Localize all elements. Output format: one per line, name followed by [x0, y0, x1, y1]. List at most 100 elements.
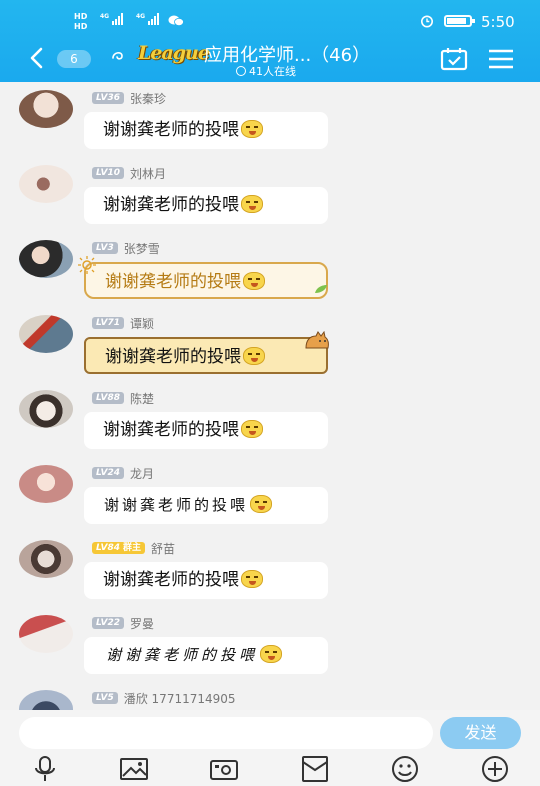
message-text: 谢谢龚老师的投喂 — [103, 420, 239, 440]
top-bar: HD HD 4G 4G 5:50 6 League 应用化学师...（46） 4… — [0, 0, 540, 82]
chat-message: LV36 张秦珍 谢谢龚老师的投喂 — [0, 82, 540, 157]
sender-name[interactable]: 陈楚 — [130, 390, 154, 407]
wechat-notification-icon — [168, 15, 184, 26]
unread-count-badge[interactable]: 6 — [57, 50, 91, 68]
level-badge: LV36 — [92, 92, 124, 104]
menu-icon[interactable] — [488, 49, 514, 69]
message-text: 谢谢龚老师的投喂 — [103, 195, 239, 215]
emoji-icon — [241, 120, 263, 138]
chat-message: LV71 谭颖 谢谢龚老师的投喂 — [0, 307, 540, 382]
sender-meta: LV5 潘欣 17711714905 — [92, 690, 236, 707]
network-indicator-top: HD — [74, 12, 88, 21]
online-text: 41人在线 — [249, 65, 296, 78]
level-badge: LV22 — [92, 617, 124, 629]
chat-message: LV88 陈楚 谢谢龚老师的投喂 — [0, 382, 540, 457]
avatar[interactable] — [19, 615, 73, 653]
emoji-icon — [241, 570, 263, 588]
chat-message: LV10 刘林月 谢谢龚老师的投喂 — [0, 157, 540, 232]
sender-meta: LV22 罗曼 — [92, 615, 154, 632]
online-count: 41人在线 — [236, 63, 296, 79]
chat-message: LV24 龙月 谢谢龚老师的投喂 — [0, 457, 540, 532]
sender-meta: LV3 张梦雪 — [92, 240, 160, 257]
message-bubble[interactable]: 谢谢龚老师的投喂 — [84, 412, 328, 449]
emoji-icon — [260, 645, 283, 663]
back-arrow-icon[interactable] — [26, 46, 48, 70]
league-badge: League — [138, 42, 210, 64]
message-bubble[interactable]: 谢谢龚老师的投喂 — [84, 337, 328, 374]
sender-meta: LV24 龙月 — [92, 465, 154, 482]
emoji-icon — [241, 420, 263, 438]
input-bar: 发送 — [0, 710, 540, 786]
alarm-icon — [421, 15, 433, 28]
plus-icon[interactable] — [481, 756, 509, 782]
sender-name[interactable]: 张秦珍 — [130, 90, 166, 107]
message-text: 谢谢龚老师的投喂 — [106, 646, 259, 664]
chat-message: LV5 潘欣 17711714905 — [0, 682, 540, 710]
message-bubble[interactable]: 谢谢龚老师的投喂 — [84, 487, 328, 524]
avatar[interactable] — [19, 540, 73, 578]
avatar[interactable] — [19, 240, 73, 278]
red-packet-icon[interactable] — [301, 756, 329, 782]
avatar[interactable] — [19, 390, 73, 428]
message-bubble[interactable]: 谢谢龚老师的投喂 — [84, 112, 328, 149]
chat-message: LV84 群主 舒苗 谢谢龚老师的投喂 — [0, 532, 540, 607]
sender-meta: LV88 陈楚 — [92, 390, 154, 407]
calendar-checkin-icon[interactable] — [440, 47, 468, 71]
group-status-icon — [112, 52, 123, 60]
send-button[interactable]: 发送 — [440, 717, 521, 749]
message-bubble[interactable]: 谢谢龚老师的投喂 — [84, 637, 328, 674]
level-badge: LV3 — [92, 242, 118, 254]
emoji-icon — [241, 195, 263, 213]
avatar[interactable] — [19, 90, 73, 128]
message-bubble[interactable]: 谢谢龚老师的投喂 — [84, 262, 328, 299]
microphone-icon[interactable] — [31, 756, 59, 782]
message-text: 谢谢龚老师的投喂 — [105, 272, 241, 292]
sender-name[interactable]: 刘林月 — [130, 165, 166, 182]
avatar[interactable] — [19, 165, 73, 203]
sender-name[interactable]: 谭颖 — [130, 315, 154, 332]
sender-name[interactable]: 龙月 — [130, 465, 154, 482]
sender-meta: LV84 群主 舒苗 — [92, 540, 175, 557]
emoji-icon — [250, 495, 273, 513]
level-badge: LV5 — [92, 692, 118, 704]
owner-badge: 群主 — [123, 543, 142, 553]
level-badge: LV88 — [92, 392, 124, 404]
avatar[interactable] — [19, 690, 73, 710]
chat-message: LV22 罗曼 谢谢龚老师的投喂 — [0, 607, 540, 682]
level-badge: LV84 群主 — [92, 542, 146, 554]
avatar[interactable] — [19, 465, 73, 503]
avatar[interactable] — [19, 315, 73, 353]
message-text: 谢谢龚老师的投喂 — [104, 496, 249, 514]
sender-name[interactable]: 张梦雪 — [124, 240, 160, 257]
sim1-generation: 4G — [100, 13, 110, 20]
sender-name[interactable]: 罗曼 — [130, 615, 154, 632]
level-badge: LV10 — [92, 167, 124, 179]
chat-message: LV3 张梦雪 谢谢龚老师的投喂 — [0, 232, 540, 307]
sender-name[interactable]: 舒苗 — [151, 540, 175, 557]
image-icon[interactable] — [120, 756, 148, 782]
message-input[interactable] — [19, 717, 433, 749]
message-text: 谢谢龚老师的投喂 — [105, 347, 241, 367]
leaf-decoration-icon — [315, 285, 327, 293]
sun-decoration-icon — [78, 256, 96, 274]
status-time: 5:50 — [481, 13, 515, 31]
message-text: 谢谢龚老师的投喂 — [103, 120, 239, 140]
sender-name[interactable]: 潘欣 17711714905 — [124, 690, 236, 707]
camera-icon[interactable] — [210, 756, 238, 782]
emoji-icon[interactable] — [391, 756, 419, 782]
network-indicator-bottom: HD — [74, 22, 88, 31]
sim1-signal-icon — [112, 13, 123, 25]
message-bubble[interactable]: 谢谢龚老师的投喂 — [84, 187, 328, 224]
cat-decoration-icon — [305, 331, 329, 349]
sender-meta: LV36 张秦珍 — [92, 90, 166, 107]
emoji-icon — [243, 272, 265, 290]
chat-list[interactable]: LV36 张秦珍 谢谢龚老师的投喂 LV10 刘林月 谢谢龚老师的投喂 LV3 … — [0, 82, 540, 710]
sender-meta: LV71 谭颖 — [92, 315, 154, 332]
message-bubble[interactable]: 谢谢龚老师的投喂 — [84, 562, 328, 599]
sim2-signal-icon — [148, 13, 159, 25]
level-badge: LV71 — [92, 317, 124, 329]
online-icon — [236, 66, 246, 76]
battery-icon — [444, 15, 475, 27]
level-text: LV84 — [96, 543, 120, 553]
message-text: 谢谢龚老师的投喂 — [103, 570, 239, 590]
